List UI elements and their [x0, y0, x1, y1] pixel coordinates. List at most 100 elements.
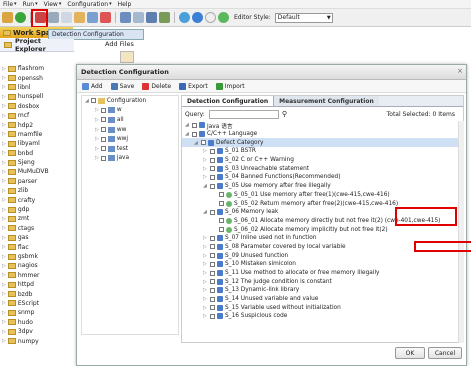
- open-icon[interactable]: [74, 12, 85, 23]
- project-item[interactable]: ▷ hudo: [0, 318, 75, 327]
- expand-arrow-icon[interactable]: ◢: [185, 131, 190, 137]
- project-item[interactable]: ▷ Sjeng: [0, 158, 75, 167]
- info-icon[interactable]: [192, 12, 203, 23]
- expand-arrow-icon[interactable]: ▷: [2, 207, 6, 213]
- checkbox[interactable]: [192, 122, 197, 128]
- checkbox[interactable]: [100, 155, 106, 161]
- tool-icon[interactable]: [159, 12, 170, 23]
- rule-item[interactable]: ▷ S_01 BSTR: [182, 147, 458, 156]
- expand-arrow-icon[interactable]: ◢: [85, 98, 89, 104]
- delete-icon[interactable]: [100, 12, 111, 23]
- project-item[interactable]: ▷ gas: [0, 233, 75, 242]
- project-item[interactable]: ▷ crafty: [0, 195, 75, 204]
- expand-arrow-icon[interactable]: ▷: [203, 157, 208, 163]
- expand-arrow-icon[interactable]: ▷: [203, 253, 208, 259]
- expand-arrow-icon[interactable]: ▷: [203, 313, 208, 319]
- project-item[interactable]: ▷ nagios: [0, 261, 75, 270]
- chart-icon[interactable]: [120, 12, 131, 23]
- query-input[interactable]: [208, 109, 279, 119]
- expand-arrow-icon[interactable]: ▷: [203, 244, 208, 250]
- menu-item[interactable]: File: [3, 1, 13, 8]
- checkbox[interactable]: [100, 117, 106, 123]
- config-tree-item[interactable]: ▷ all: [82, 115, 178, 125]
- export-icon[interactable]: [87, 12, 98, 23]
- expand-arrow-icon[interactable]: ▷: [2, 272, 6, 278]
- expand-arrow-icon[interactable]: ▷: [2, 131, 6, 137]
- menu-item[interactable]: Configuration: [67, 1, 108, 8]
- expand-arrow-icon[interactable]: ▷: [95, 117, 99, 123]
- checkbox[interactable]: [210, 305, 215, 311]
- checkbox[interactable]: [210, 209, 215, 215]
- scrollbar[interactable]: [458, 121, 464, 343]
- checkbox[interactable]: [100, 146, 106, 152]
- project-item[interactable]: ▷ EScript: [0, 299, 75, 308]
- config-tree-item[interactable]: ▷ ww: [82, 125, 178, 135]
- expand-arrow-icon[interactable]: ▷: [203, 287, 208, 293]
- expand-arrow-icon[interactable]: ▷: [203, 296, 208, 302]
- rule-item[interactable]: ▷ S_10 Mistaken simicolon: [182, 260, 458, 269]
- expand-arrow-icon[interactable]: ▷: [2, 329, 6, 335]
- expand-arrow-icon[interactable]: ▷: [203, 261, 208, 267]
- expand-arrow-icon[interactable]: ▷: [95, 127, 99, 133]
- project-item[interactable]: ▷ dosbox: [0, 102, 75, 111]
- checkbox[interactable]: [100, 136, 106, 142]
- rule-item[interactable]: ▷ S_16 Suspicious code: [182, 312, 458, 321]
- checkbox[interactable]: [210, 157, 215, 163]
- expand-arrow-icon[interactable]: ▷: [2, 263, 6, 269]
- copy-icon[interactable]: [61, 12, 72, 23]
- expand-arrow-icon[interactable]: ▷: [2, 113, 6, 119]
- menu-item[interactable]: Run: [23, 1, 35, 8]
- gear-icon[interactable]: [218, 12, 229, 23]
- project-item[interactable]: ▷ mamfile: [0, 130, 75, 139]
- project-item[interactable]: ▷ libyaml: [0, 139, 75, 148]
- rule-item[interactable]: ◢ Defect Category: [182, 138, 458, 148]
- checkbox[interactable]: [100, 127, 106, 133]
- checkbox[interactable]: [210, 253, 215, 259]
- config-tree-item[interactable]: ▷ test: [82, 144, 178, 154]
- expand-arrow-icon[interactable]: ▷: [2, 84, 6, 90]
- rule-item[interactable]: ▷ S_03 Unreachable statement: [182, 164, 458, 173]
- project-item[interactable]: ▷ flac: [0, 242, 75, 251]
- rule-item[interactable]: ▷ S_02 C or C++ Warning: [182, 156, 458, 165]
- project-item[interactable]: ▷ mcf: [0, 111, 75, 120]
- expand-arrow-icon[interactable]: ◢: [203, 209, 208, 215]
- checkbox[interactable]: [219, 218, 224, 224]
- rule-item[interactable]: ▷ S_13 Dynamic-link library: [182, 286, 458, 295]
- config-tree-item[interactable]: ▷ java: [82, 154, 178, 164]
- expand-arrow-icon[interactable]: ▷: [2, 178, 6, 184]
- checkbox[interactable]: [210, 166, 215, 172]
- project-item[interactable]: ▷ 3dpv: [0, 327, 75, 336]
- expand-arrow-icon[interactable]: ◢: [194, 140, 199, 146]
- checkbox[interactable]: [210, 270, 215, 276]
- editor-style-select[interactable]: Default ▼: [274, 12, 333, 23]
- checkbox[interactable]: [192, 131, 197, 137]
- checkbox[interactable]: [210, 287, 215, 293]
- project-explorer-header[interactable]: Project Explorer: [0, 37, 74, 53]
- expand-arrow-icon[interactable]: ▷: [2, 310, 6, 316]
- project-item[interactable]: ▷ hdp2: [0, 120, 75, 129]
- checkbox[interactable]: [210, 279, 215, 285]
- expand-arrow-icon[interactable]: ◢: [203, 183, 208, 189]
- expand-arrow-icon[interactable]: ▷: [2, 338, 6, 344]
- project-item[interactable]: ▷ hmmer: [0, 271, 75, 280]
- project-item[interactable]: ▷ gsbmk: [0, 252, 75, 261]
- search-icon[interactable]: [133, 12, 144, 23]
- project-item[interactable]: ▷ gdp: [0, 205, 75, 214]
- expand-arrow-icon[interactable]: ▷: [2, 197, 6, 203]
- action-export-button[interactable]: Export: [179, 82, 208, 90]
- checkbox[interactable]: [219, 227, 224, 233]
- menu-item[interactable]: Help: [118, 1, 132, 8]
- expand-arrow-icon[interactable]: ▷: [203, 166, 208, 172]
- expand-arrow-icon[interactable]: ▷: [203, 235, 208, 241]
- expand-arrow-icon[interactable]: ▷: [203, 279, 208, 285]
- config-tree-item[interactable]: ▷ w: [82, 106, 178, 116]
- expand-arrow-icon[interactable]: ◢: [185, 122, 190, 128]
- rule-item[interactable]: ◢ C/C++ Language: [182, 130, 458, 139]
- expand-arrow-icon[interactable]: ▷: [95, 136, 99, 142]
- project-item[interactable]: ▷ bzdb: [0, 289, 75, 298]
- project-item[interactable]: ▷ openssh: [0, 73, 75, 82]
- help-icon[interactable]: [179, 12, 190, 23]
- expand-arrow-icon[interactable]: ▷: [203, 174, 208, 180]
- refresh-icon[interactable]: [205, 12, 216, 23]
- project-item[interactable]: ▷ libnl: [0, 83, 75, 92]
